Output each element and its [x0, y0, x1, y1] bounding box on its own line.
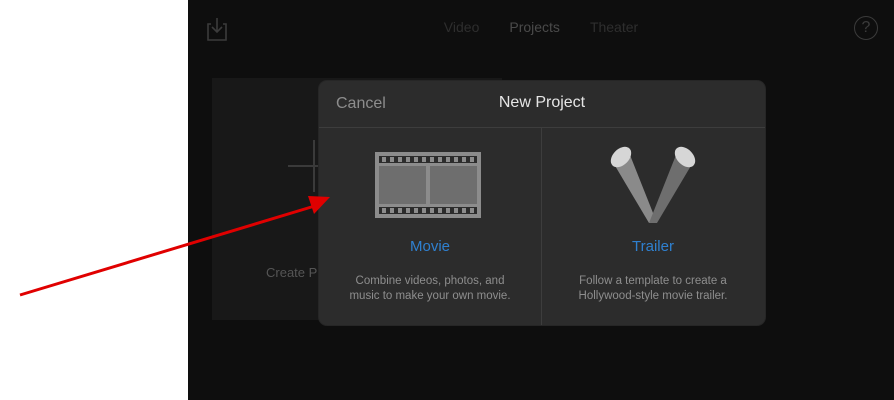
annotation-arrow: [19, 196, 330, 297]
